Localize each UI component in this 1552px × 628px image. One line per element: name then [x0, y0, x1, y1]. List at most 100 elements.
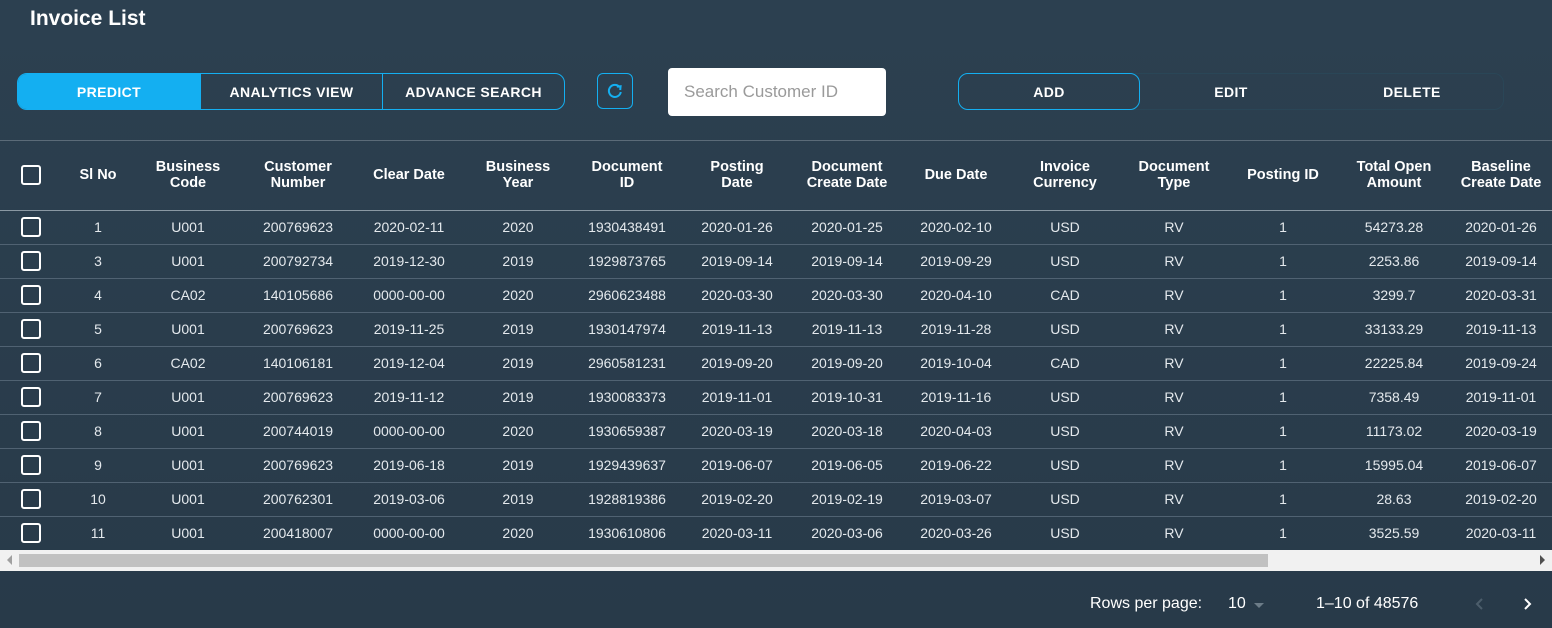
- select-all-checkbox[interactable]: [21, 165, 41, 186]
- row-checkbox[interactable]: [21, 285, 41, 305]
- scrollbar-thumb[interactable]: [19, 554, 1268, 567]
- table-cell: 2019-10-31: [792, 380, 902, 415]
- row-checkbox[interactable]: [21, 489, 41, 509]
- table-cell: 54273.28: [1338, 210, 1450, 245]
- table-cell: 2019-10-04: [902, 346, 1010, 381]
- row-select-cell: [0, 278, 62, 313]
- delete-button[interactable]: DELETE: [1322, 74, 1502, 109]
- horizontal-scrollbar[interactable]: [0, 550, 1552, 571]
- table-cell: 4: [62, 278, 134, 313]
- table-cell: USD: [1010, 312, 1120, 347]
- table-row[interactable]: 9 U001 200769623 2019-06-18 2019 1929439637 20…: [0, 448, 1552, 483]
- column-header[interactable]: Business Year: [464, 141, 572, 211]
- table-cell: 2019-11-13: [1450, 312, 1552, 347]
- scroll-right-icon[interactable]: [1540, 555, 1545, 565]
- refresh-button[interactable]: [597, 73, 633, 109]
- table-cell: 22225.84: [1338, 346, 1450, 381]
- row-checkbox[interactable]: [21, 217, 41, 237]
- next-page-button[interactable]: [1514, 591, 1540, 617]
- column-header[interactable]: Document Create Date: [792, 141, 902, 211]
- table-row[interactable]: 3 U001 200792734 2019-12-30 2019 1929873765 20…: [0, 244, 1552, 279]
- search-customer-input[interactable]: [668, 68, 886, 116]
- table-cell: 1930438491: [572, 210, 682, 245]
- table-cell: 200769623: [242, 380, 354, 415]
- row-checkbox[interactable]: [21, 455, 41, 475]
- table-row[interactable]: 7 U001 200769623 2019-11-12 2019 1930083373 20…: [0, 380, 1552, 415]
- table-cell: 1: [1228, 210, 1338, 245]
- table-row[interactable]: 8 U001 200744019 0000-00-00 2020 1930659387 20…: [0, 414, 1552, 449]
- table-cell: U001: [134, 312, 242, 347]
- row-checkbox[interactable]: [21, 421, 41, 441]
- table-cell: U001: [134, 448, 242, 483]
- column-header[interactable]: Posting Date: [682, 141, 792, 211]
- table-cell: RV: [1120, 244, 1228, 279]
- table-cell: 200769623: [242, 312, 354, 347]
- row-select-cell: [0, 516, 62, 551]
- analytics-view-button[interactable]: ANALYTICS VIEW: [201, 74, 383, 109]
- add-button[interactable]: ADD: [958, 73, 1140, 110]
- scroll-left-icon[interactable]: [7, 555, 12, 565]
- table-cell: 2019-09-20: [792, 346, 902, 381]
- edit-button[interactable]: EDIT: [1140, 74, 1322, 109]
- column-header[interactable]: Due Date: [902, 141, 1010, 211]
- table-cell: 15995.04: [1338, 448, 1450, 483]
- table-row[interactable]: 4 CA02 140105686 0000-00-00 2020 2960623488 20…: [0, 278, 1552, 313]
- row-checkbox[interactable]: [21, 387, 41, 407]
- column-header[interactable]: Customer Number: [242, 141, 354, 211]
- table-cell: 200792734: [242, 244, 354, 279]
- table-cell: 2019-11-12: [354, 380, 464, 415]
- rows-per-page-value: 10: [1228, 595, 1246, 612]
- column-header[interactable]: Document Type: [1120, 141, 1228, 211]
- previous-page-button[interactable]: [1467, 591, 1493, 617]
- column-header[interactable]: Baseline Create Date: [1450, 141, 1552, 211]
- table-cell: RV: [1120, 448, 1228, 483]
- table-cell: CAD: [1010, 346, 1120, 381]
- table-row[interactable]: 5 U001 200769623 2019-11-25 2019 1930147974 20…: [0, 312, 1552, 347]
- table-row[interactable]: 6 CA02 140106181 2019-12-04 2019 2960581231 20…: [0, 346, 1552, 381]
- table-cell: 2020-03-30: [792, 278, 902, 313]
- table-cell: 2019-06-22: [902, 448, 1010, 483]
- advance-search-button[interactable]: ADVANCE SEARCH: [383, 74, 564, 109]
- column-header[interactable]: Clear Date: [354, 141, 464, 211]
- table-cell: 0000-00-00: [354, 414, 464, 449]
- table-row[interactable]: 10 U001 200762301 2019-03-06 2019 1928819386 2…: [0, 482, 1552, 517]
- row-checkbox[interactable]: [21, 319, 41, 339]
- column-header[interactable]: Invoice Currency: [1010, 141, 1120, 211]
- column-header-label: Date: [721, 175, 753, 192]
- column-header-label: Create Date: [806, 175, 888, 192]
- table-cell: 2019-11-01: [682, 380, 792, 415]
- table-cell: 1: [1228, 244, 1338, 279]
- table-cell: 2020-03-30: [682, 278, 792, 313]
- table-cell: 2019-11-13: [792, 312, 902, 347]
- column-header[interactable]: Sl No: [62, 141, 134, 211]
- table-cell: 200744019: [242, 414, 354, 449]
- rows-per-page-select[interactable]: 10: [1228, 595, 1264, 613]
- table-cell: 2960581231: [572, 346, 682, 381]
- table-cell: 2019-11-28: [902, 312, 1010, 347]
- rows-per-page-label: Rows per page:: [1090, 595, 1203, 612]
- column-header-label: Clear Date: [373, 167, 445, 184]
- table-cell: 5: [62, 312, 134, 347]
- refresh-icon: [607, 83, 622, 98]
- column-header[interactable]: Total Open Amount: [1338, 141, 1450, 211]
- column-header[interactable]: Document ID: [572, 141, 682, 211]
- column-header-label: Code: [169, 175, 207, 192]
- table-cell: 2019-11-16: [902, 380, 1010, 415]
- table-cell: RV: [1120, 380, 1228, 415]
- row-checkbox[interactable]: [21, 353, 41, 373]
- table-cell: 2020-04-03: [902, 414, 1010, 449]
- table-cell: USD: [1010, 482, 1120, 517]
- column-header-label: Posting ID: [1247, 167, 1319, 184]
- predict-button[interactable]: PREDICT: [18, 74, 201, 109]
- column-header[interactable]: Business Code: [134, 141, 242, 211]
- column-header[interactable]: Posting ID: [1228, 141, 1338, 211]
- row-checkbox[interactable]: [21, 251, 41, 271]
- column-header-label: Year: [502, 175, 534, 192]
- table-cell: 3299.7: [1338, 278, 1450, 313]
- table-cell: 2019-11-13: [682, 312, 792, 347]
- table-row[interactable]: 1 U001 200769623 2020-02-11 2020 1930438491 20…: [0, 210, 1552, 245]
- table-row[interactable]: 11 U001 200418007 0000-00-00 2020 1930610806 2…: [0, 516, 1552, 551]
- table-cell: RV: [1120, 278, 1228, 313]
- table-cell: 33133.29: [1338, 312, 1450, 347]
- row-checkbox[interactable]: [21, 523, 41, 543]
